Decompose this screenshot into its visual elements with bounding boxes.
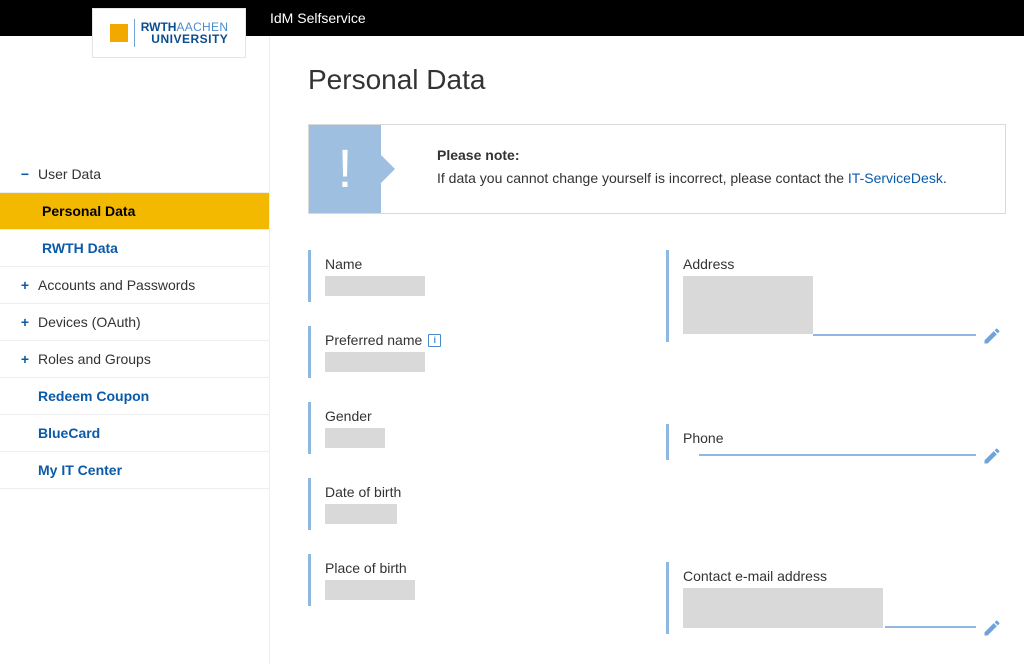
notice-box: ! Please note: If data you cannot change…	[308, 124, 1006, 214]
sidebar: −User Data Personal Data RWTH Data +Acco…	[0, 36, 270, 664]
sidebar-item-roles[interactable]: +Roles and Groups	[0, 341, 269, 378]
sidebar-item-bluecard[interactable]: BlueCard	[0, 415, 269, 452]
field-phone: Phone	[666, 424, 1006, 460]
it-center-logo-icon	[110, 24, 128, 42]
app-title: IdM Selfservice	[270, 10, 366, 26]
label-preferred-name: Preferred namei	[325, 332, 648, 348]
label-gender: Gender	[325, 408, 648, 424]
value-name	[325, 276, 425, 296]
sidebar-item-user-data[interactable]: −User Data	[0, 156, 269, 193]
expand-icon: +	[18, 277, 32, 293]
field-name: Name	[308, 250, 648, 302]
pencil-icon	[982, 618, 1002, 638]
field-dob: Date of birth	[308, 478, 648, 530]
expand-icon: +	[18, 351, 32, 367]
collapse-icon: −	[18, 166, 32, 182]
top-bar: RWTHAACHENUNIVERSITY IdM Selfservice	[0, 0, 1024, 36]
sidebar-item-my-it-center[interactable]: My IT Center	[0, 452, 269, 489]
label-pob: Place of birth	[325, 560, 648, 576]
label-email: Contact e-mail address	[683, 568, 972, 584]
label-address: Address	[683, 256, 972, 272]
value-email	[683, 588, 883, 628]
field-preferred-name: Preferred namei	[308, 326, 648, 378]
sidebar-item-redeem-coupon[interactable]: Redeem Coupon	[0, 378, 269, 415]
sidebar-item-rwth-data[interactable]: RWTH Data	[0, 230, 269, 267]
value-preferred-name	[325, 352, 425, 372]
value-pob	[325, 580, 415, 600]
edit-address-button[interactable]	[982, 326, 1002, 346]
value-gender	[325, 428, 385, 448]
edit-email-button[interactable]	[982, 618, 1002, 638]
label-dob: Date of birth	[325, 484, 648, 500]
value-address	[683, 276, 813, 334]
value-dob	[325, 504, 397, 524]
sidebar-item-accounts[interactable]: +Accounts and Passwords	[0, 267, 269, 304]
rwth-logo-text: RWTHAACHENUNIVERSITY	[141, 21, 229, 45]
notice-text: Please note: If data you cannot change y…	[381, 125, 1005, 213]
logo-separator	[134, 19, 135, 47]
label-phone: Phone	[683, 430, 972, 446]
field-address: Address	[666, 250, 1006, 342]
field-gender: Gender	[308, 402, 648, 454]
it-servicedesk-link[interactable]: IT-ServiceDesk	[848, 170, 943, 186]
sidebar-item-personal-data[interactable]: Personal Data	[0, 193, 269, 230]
main-content: Personal Data ! Please note: If data you…	[270, 36, 1024, 664]
label-name: Name	[325, 256, 648, 272]
info-icon[interactable]: i	[428, 334, 441, 347]
field-pob: Place of birth	[308, 554, 648, 606]
sidebar-item-devices[interactable]: +Devices (OAuth)	[0, 304, 269, 341]
pencil-icon	[982, 326, 1002, 346]
pencil-icon	[982, 446, 1002, 466]
expand-icon: +	[18, 314, 32, 330]
edit-phone-button[interactable]	[982, 446, 1002, 466]
info-icon: !	[309, 125, 381, 213]
field-email: Contact e-mail address	[666, 562, 1006, 634]
logo[interactable]: RWTHAACHENUNIVERSITY	[92, 8, 246, 58]
page-title: Personal Data	[308, 64, 1006, 96]
notice-arrow-icon	[381, 155, 395, 183]
